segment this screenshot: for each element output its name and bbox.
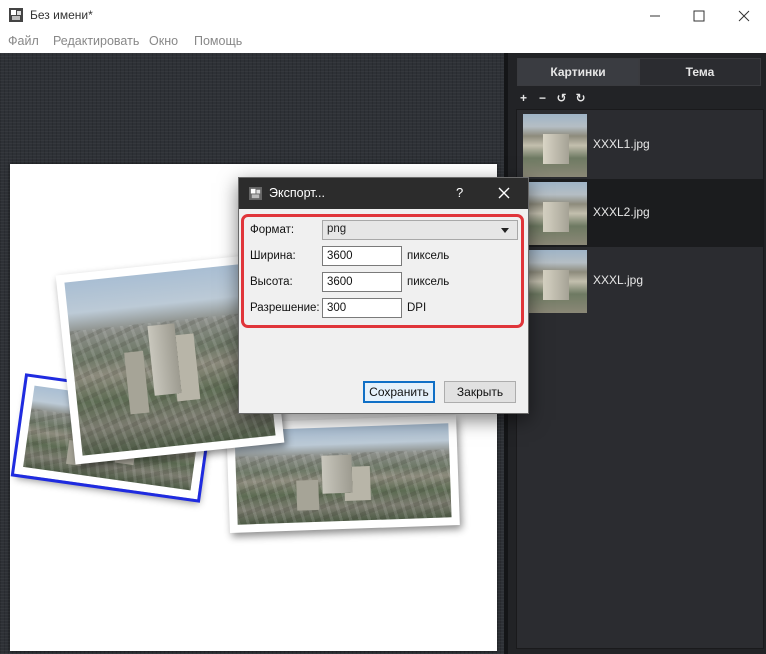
- window-title: Без имени*: [30, 8, 93, 22]
- image-filename: XXXL2.jpg: [593, 205, 650, 219]
- collage-app-icon: [249, 187, 262, 200]
- resolution-field[interactable]: 300: [322, 298, 402, 318]
- maximize-icon: [693, 10, 705, 21]
- close-button[interactable]: [721, 0, 766, 31]
- image-filename: XXXL1.jpg: [593, 137, 650, 151]
- image-thumbnail: [523, 250, 587, 313]
- image-thumbnail: [523, 182, 587, 245]
- format-label: Формат:: [250, 224, 295, 236]
- resolution-unit: DPI: [407, 302, 427, 314]
- image-list[interactable]: XXXL1.jpg XXXL2.jpg XXXL.jpg: [516, 109, 764, 649]
- rotate-left-icon[interactable]: ↺: [556, 91, 567, 105]
- tab-pictures[interactable]: Картинки: [517, 58, 639, 86]
- collage-app-icon: [9, 8, 23, 22]
- chevron-down-icon: [501, 228, 509, 233]
- format-value: png: [327, 223, 347, 235]
- panel-tabs: Картинки Тема: [517, 58, 761, 86]
- list-item[interactable]: XXXL1.jpg: [517, 111, 763, 179]
- height-field[interactable]: 3600: [322, 272, 402, 292]
- minimize-icon: [650, 15, 660, 16]
- menu-file[interactable]: Файл: [8, 34, 39, 48]
- dialog-title: Экспорт...: [269, 186, 325, 200]
- menu-bar: Файл Редактировать Окно Помощь: [0, 31, 766, 53]
- maximize-button[interactable]: [676, 0, 722, 31]
- rotate-right-icon[interactable]: ↻: [575, 91, 586, 105]
- width-field[interactable]: 3600: [322, 246, 402, 266]
- add-icon[interactable]: +: [518, 91, 529, 105]
- help-button[interactable]: ?: [456, 185, 463, 200]
- image-filename: XXXL.jpg: [593, 273, 644, 287]
- minimize-button[interactable]: [632, 0, 678, 31]
- menu-help[interactable]: Помощь: [194, 34, 242, 48]
- close-icon: [738, 10, 750, 21]
- export-dialog: Экспорт... ? Формат: png Ширина: 3600 пи…: [238, 177, 529, 414]
- list-item[interactable]: XXXL.jpg: [517, 247, 763, 315]
- close-dialog-button[interactable]: Закрыть: [444, 381, 516, 403]
- images-panel: Картинки Тема + − ↺ ↻ XXXL1.jpg XXXL2.jp…: [504, 53, 766, 654]
- format-select[interactable]: png: [322, 220, 518, 240]
- image-thumbnail: [523, 114, 587, 177]
- width-unit: пиксель: [407, 250, 450, 262]
- dialog-title-bar[interactable]: Экспорт... ?: [239, 178, 528, 209]
- menu-edit[interactable]: Редактировать: [53, 34, 139, 48]
- tab-theme[interactable]: Тема: [639, 58, 761, 86]
- height-label: Высота:: [250, 276, 293, 288]
- save-button[interactable]: Сохранить: [363, 381, 435, 403]
- list-item-selected[interactable]: XXXL2.jpg: [517, 179, 763, 247]
- menu-window[interactable]: Окно: [149, 34, 178, 48]
- panel-toolbar: + − ↺ ↻: [518, 91, 586, 105]
- height-unit: пиксель: [407, 276, 450, 288]
- width-label: Ширина:: [250, 250, 296, 262]
- title-bar: Без имени*: [0, 0, 766, 31]
- close-icon[interactable]: [497, 186, 511, 200]
- resolution-label: Разрешение:: [250, 302, 320, 314]
- remove-icon[interactable]: −: [537, 91, 548, 105]
